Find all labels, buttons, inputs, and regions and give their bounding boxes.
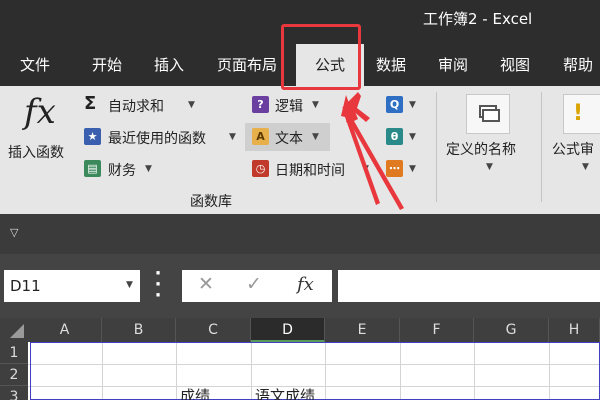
annotation-arrows (341, 92, 404, 210)
